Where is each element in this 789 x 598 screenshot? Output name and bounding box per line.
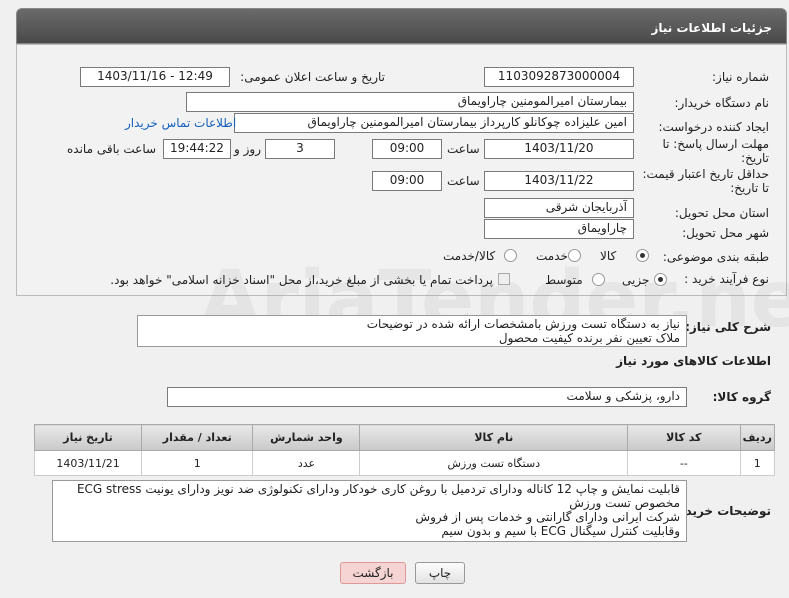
category-label: طبقه بندی موضوعی:	[662, 250, 769, 264]
description-line-1: نیاز به دستگاه تست ورزش بامشخصات ارائه ش…	[366, 317, 680, 331]
deadline-time-field: 09:00	[372, 139, 442, 159]
payment-checkbox[interactable]	[498, 273, 510, 285]
category-radio-service[interactable]	[568, 249, 581, 262]
buyer-org-label: نام دستگاه خریدار:	[674, 96, 770, 110]
col-header-quantity: تعداد / مقدار	[141, 424, 254, 451]
buyer-notes-line-1: قابلیت نمایش و چاپ 12 کاناله ودارای تردم…	[76, 482, 680, 496]
goods-info-title: اطلاعات کالاهای مورد نیاز	[616, 354, 771, 368]
announce-field: 1403/11/16 - 12:49	[80, 67, 230, 87]
category-option-service: خدمت	[536, 249, 568, 263]
days-label: روز و	[234, 142, 261, 156]
remaining-label: ساعت باقی مانده	[67, 142, 157, 156]
page-title: جزئیات اطلاعات نیاز	[651, 21, 772, 35]
goods-group-field: دارو، پزشکی و سلامت	[167, 387, 687, 407]
cell-quantity: 1	[141, 450, 254, 476]
creator-field: امین علیزاده چوکانلو کارپرداز بیمارستان …	[234, 113, 634, 133]
buyer-notes-line-3: شرکت ایرانی ودارای گارانتی و خدمات پس از…	[415, 510, 680, 524]
description-box: نیاز به دستگاه تست ورزش بامشخصات ارائه ش…	[137, 315, 687, 347]
buyer-org-field: بیمارستان امیرالمومنین چاراویماق	[186, 92, 634, 112]
category-radio-goods[interactable]	[636, 249, 649, 262]
price-date-field: 1403/11/22	[484, 171, 634, 191]
buyer-notes-line-2: مخصوص تست ورزش	[569, 496, 680, 510]
process-label: نوع فرآیند خرید :	[684, 272, 769, 286]
province-field: آذربایجان شرقی	[484, 198, 634, 218]
price-validity-label: حداقل تاریخ اعتبار قیمت: تا تاریخ:	[642, 167, 769, 195]
creator-label: ایجاد کننده درخواست:	[658, 120, 769, 134]
price-time-label: ساعت	[447, 174, 480, 188]
category-option-both: کالا/خدمت	[443, 249, 496, 263]
cell-date: 1403/11/21	[33, 450, 143, 476]
table-header-row: ردیف کد کالا نام کالا واحد شمارش تعداد /…	[33, 424, 776, 451]
city-label: شهر محل تحویل:	[682, 226, 769, 240]
need-number-field: 1103092873000004	[484, 67, 634, 87]
col-header-code: کد کالا	[627, 424, 741, 451]
payment-note: پرداخت تمام یا بخشی از مبلغ خرید،از محل …	[110, 273, 493, 287]
days-field: 3	[265, 139, 335, 159]
price-time-field: 09:00	[372, 171, 442, 191]
panel-header: جزئیات اطلاعات نیاز	[16, 8, 787, 44]
province-label: استان محل تحویل:	[674, 206, 769, 220]
city-field: چاراویماق	[484, 219, 634, 239]
table-row: 1 -- دستگاه تست ورزش عدد 1 1403/11/21	[33, 450, 776, 476]
need-number-label: شماره نیاز:	[712, 70, 769, 84]
col-header-unit: واحد شمارش	[252, 424, 361, 451]
back-button[interactable]: بازگشت	[340, 562, 406, 584]
description-line-2: ملاک تعیین نفر برنده کیفیت محصول	[498, 331, 680, 345]
category-radio-both[interactable]	[504, 249, 517, 262]
description-label: شرح کلی نیاز:	[685, 320, 771, 334]
col-header-date: تاریخ نیاز	[33, 424, 143, 451]
cell-unit: عدد	[252, 450, 361, 476]
process-option-medium: متوسط	[545, 273, 583, 287]
deadline-date-field: 1403/11/20	[484, 139, 634, 159]
remaining-time-field: 19:44:22	[163, 139, 231, 159]
buyer-notes-line-4: وقابلیت کنترل سیگنال ECG با سیم و بدون س…	[441, 524, 680, 538]
col-header-row: ردیف	[739, 424, 776, 451]
cell-row: 1	[739, 450, 776, 476]
deadline-label: مهلت ارسال پاسخ: تا تاریخ:	[662, 137, 769, 165]
process-option-minor: جزیی	[622, 273, 650, 287]
deadline-time-label: ساعت	[447, 142, 480, 156]
goods-group-label: گروه کالا:	[712, 390, 771, 404]
process-radio-minor[interactable]	[654, 273, 667, 286]
cell-name: دستگاه تست ورزش	[359, 450, 629, 476]
process-radio-medium[interactable]	[592, 273, 605, 286]
items-table: ردیف کد کالا نام کالا واحد شمارش تعداد /…	[33, 424, 776, 476]
announce-label: تاریخ و ساعت اعلان عمومی:	[240, 70, 385, 84]
col-header-name: نام کالا	[359, 424, 629, 451]
print-button[interactable]: چاپ	[415, 562, 465, 584]
category-option-goods: کالا	[600, 249, 617, 263]
contact-info-link[interactable]: اطلاعات تماس خریدار	[125, 116, 236, 130]
cell-code: --	[627, 450, 741, 476]
buyer-notes-box: قابلیت نمایش و چاپ 12 کاناله ودارای تردم…	[52, 480, 687, 542]
